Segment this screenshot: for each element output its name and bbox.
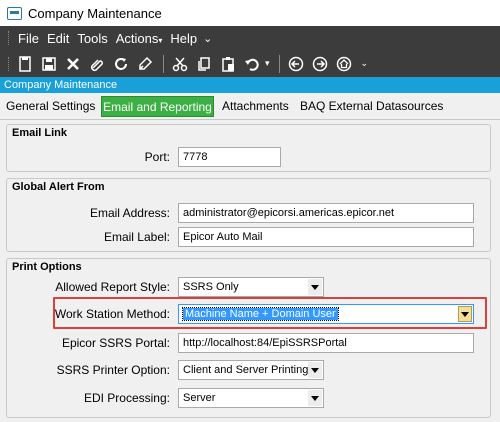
back-icon[interactable] (285, 53, 307, 75)
email-link-title: Email Link (12, 127, 68, 139)
toolbar-grip[interactable] (8, 56, 11, 71)
edi-processing-value: Server (183, 392, 216, 404)
menu-file[interactable]: File (14, 31, 43, 46)
toolbar: ▾ ⌄ (0, 50, 500, 77)
printer-option-value: Client and Server Printing (183, 364, 309, 376)
report-style-label: Allowed Report Style: (55, 280, 170, 294)
undo-dropdown-icon[interactable]: ▾ (265, 58, 270, 69)
edi-processing-select[interactable]: Server (178, 388, 324, 408)
printer-option-label: SSRS Printer Option: (56, 363, 170, 377)
email-address-field[interactable]: administrator@epicorsi.americas.epicor.n… (178, 203, 474, 223)
new-icon[interactable] (14, 53, 36, 75)
highlight-annotation (53, 297, 487, 329)
menu-help[interactable]: Help (166, 31, 201, 46)
tab-email-and-reporting-label: Email and Reporting (103, 99, 212, 114)
cut-icon[interactable] (169, 53, 191, 75)
print-options-group: Print Options Allowed Report Style: SSRS… (6, 258, 491, 418)
print-options-title: Print Options (12, 261, 82, 273)
ssrs-portal-label: Epicor SSRS Portal: (61, 336, 170, 350)
email-label-field[interactable]: Epicor Auto Mail (178, 227, 474, 247)
copy-icon[interactable] (193, 53, 215, 75)
tab-content: Email Link Port: 7778 Global Alert From … (0, 120, 500, 422)
save-icon[interactable] (38, 53, 60, 75)
report-style-select[interactable]: SSRS Only (178, 277, 324, 297)
menu-tools[interactable]: Tools (73, 31, 111, 46)
tab-email-and-reporting[interactable]: Email and Reporting (101, 96, 214, 117)
home-icon[interactable] (333, 53, 355, 75)
toolbar-separator (278, 54, 280, 73)
chevron-down-icon[interactable] (308, 390, 322, 406)
ssrs-portal-field[interactable]: http://localhost:84/EpiSSRSPortal (178, 333, 474, 353)
refresh-icon[interactable] (110, 53, 132, 75)
port-field[interactable]: 7778 (178, 147, 281, 167)
printer-option-select[interactable]: Client and Server Printing (178, 360, 324, 380)
toolbar-separator (163, 54, 164, 73)
undo-icon[interactable] (241, 53, 263, 75)
tab-baq-external-datasources[interactable]: BAQ External Datasources (300, 99, 443, 113)
paste-icon[interactable] (217, 53, 239, 75)
global-alert-title: Global Alert From (12, 181, 105, 193)
toolbar-overflow-icon[interactable]: ⌄ (361, 58, 369, 69)
menu-actions-label: Actions (115, 30, 159, 46)
menu-edit[interactable]: Edit (43, 31, 73, 46)
tab-strip: General Settings Email and Reporting Att… (0, 93, 500, 120)
menu-actions[interactable]: Actions▾ (112, 31, 167, 46)
email-link-group: Email Link Port: 7778 (6, 124, 491, 172)
edi-processing-label: EDI Processing: (83, 391, 170, 405)
app-window-icon (7, 6, 22, 20)
chevron-down-icon[interactable] (308, 279, 322, 295)
port-label: Port: (144, 150, 170, 164)
form-header: Company Maintenance (0, 77, 500, 93)
title-bar: Company Maintenance (0, 0, 500, 26)
attach-icon[interactable] (86, 53, 108, 75)
grip-handle[interactable] (8, 31, 11, 45)
tab-attachments[interactable]: Attachments (222, 99, 289, 113)
tab-general-settings[interactable]: General Settings (6, 99, 95, 113)
report-style-value: SSRS Only (183, 281, 239, 293)
global-alert-group: Global Alert From Email Address: adminis… (6, 178, 491, 252)
email-address-label: Email Address: (89, 206, 170, 220)
delete-icon[interactable] (62, 53, 84, 75)
forward-icon[interactable] (309, 53, 331, 75)
clear-icon[interactable] (134, 53, 156, 75)
chevron-down-icon[interactable] (308, 362, 322, 378)
email-label-label: Email Label: (103, 230, 170, 244)
menu-bar: File Edit Tools Actions▾ Help ⌄ (0, 26, 500, 50)
menu-overflow-icon[interactable]: ⌄ (203, 32, 212, 45)
window-title: Company Maintenance (28, 5, 162, 21)
